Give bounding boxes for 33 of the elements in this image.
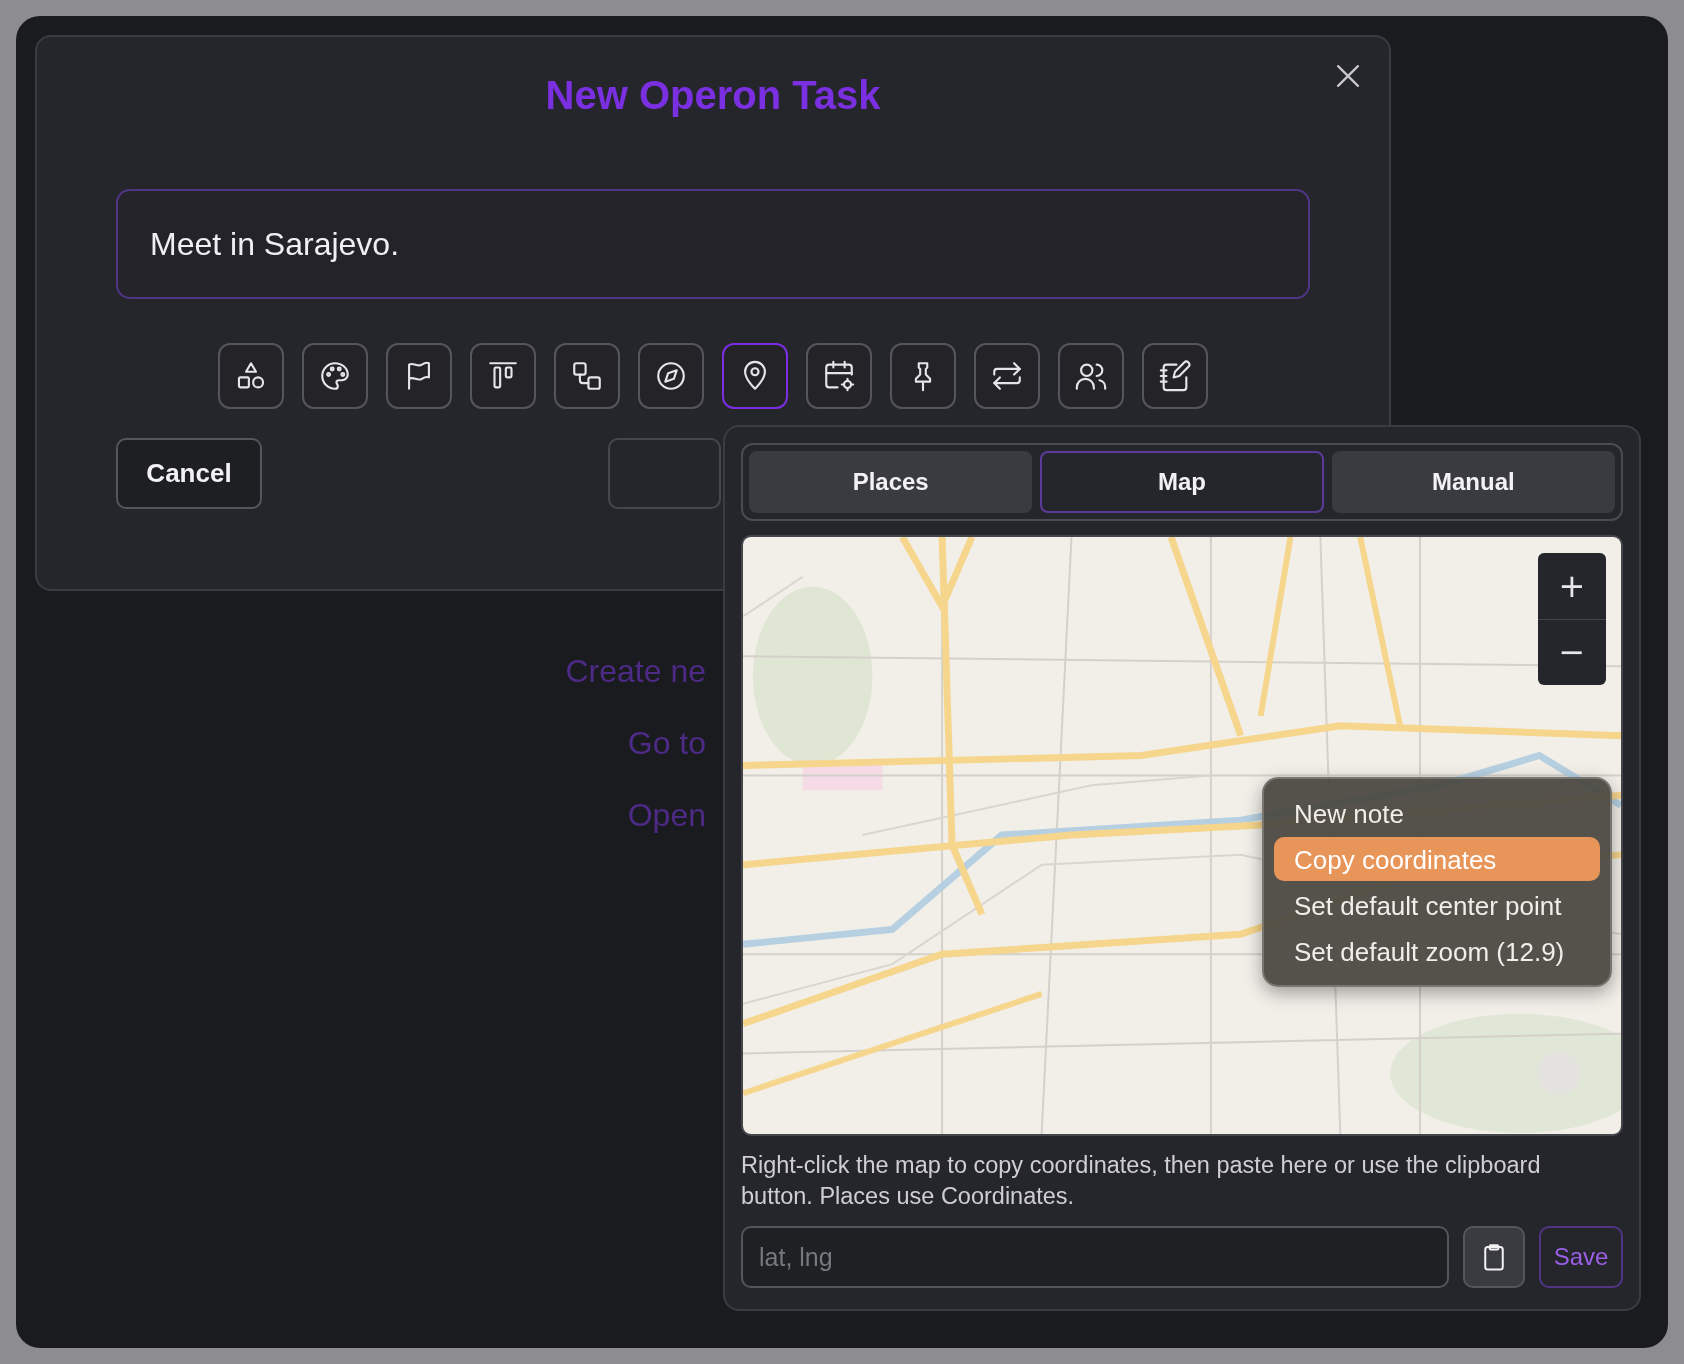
- tab[interactable]: Manual: [1331, 451, 1615, 513]
- nodes-icon: [570, 359, 604, 393]
- toolbar-button[interactable]: [302, 343, 368, 409]
- tab[interactable]: Map: [1040, 451, 1324, 513]
- toolbar-button[interactable]: [722, 343, 788, 409]
- toolbar-button[interactable]: [554, 343, 620, 409]
- toolbar-button[interactable]: [218, 343, 284, 409]
- notebook-pen-icon: [1158, 359, 1192, 393]
- coordinates-field[interactable]: lat, lng: [741, 1226, 1449, 1288]
- toolbar-button[interactable]: [1142, 343, 1208, 409]
- toolbar-button[interactable]: [806, 343, 872, 409]
- zoom-out-button[interactable]: −: [1538, 618, 1606, 685]
- menu-item[interactable]: Set default center point: [1274, 883, 1600, 927]
- hint-text: Right-click the map to copy coordinates, then paste here or use the clipboard button. Places use Coordinates.: [741, 1151, 1542, 1211]
- toolbar-button[interactable]: [638, 343, 704, 409]
- toolbar-button[interactable]: [1058, 343, 1124, 409]
- zoom-in-button[interactable]: +: [1538, 553, 1606, 619]
- swap-arrows-icon: [990, 359, 1024, 393]
- toolbar-button[interactable]: [890, 343, 956, 409]
- toolbar-button[interactable]: [386, 343, 452, 409]
- dialog-title: New Operon Task: [544, 72, 882, 119]
- palette-icon: [318, 359, 352, 393]
- cancel-button[interactable]: Cancel: [116, 438, 262, 509]
- menu-item[interactable]: Set default zoom (12.9): [1274, 929, 1600, 973]
- task-input[interactable]: Meet in Sarajevo.: [116, 189, 1310, 299]
- calendar-gear-icon: [822, 359, 856, 393]
- toolbar-button[interactable]: [470, 343, 536, 409]
- compass-icon: [654, 359, 688, 393]
- menu-item[interactable]: New note: [1274, 791, 1600, 835]
- toolbar-button[interactable]: [974, 343, 1040, 409]
- tab[interactable]: Places: [749, 451, 1033, 513]
- save-button[interactable]: Save: [1539, 1226, 1623, 1288]
- paste-button[interactable]: [1463, 1226, 1525, 1288]
